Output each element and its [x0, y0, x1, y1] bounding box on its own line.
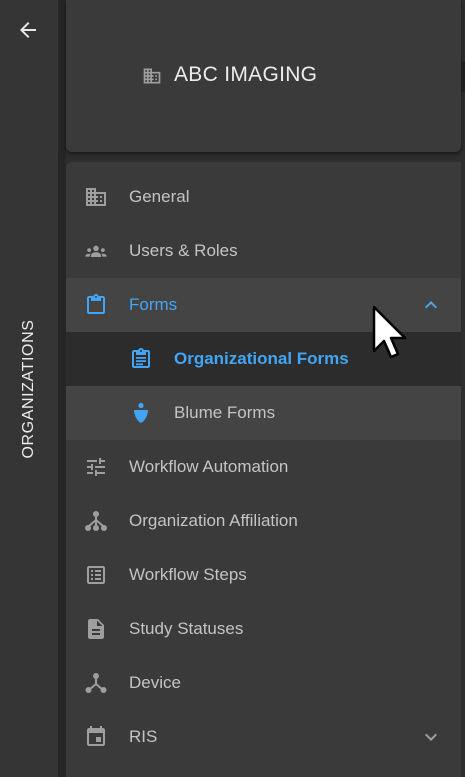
chevron-down-icon[interactable] — [419, 725, 443, 749]
settings-menu: General Users & Roles Forms Organization… — [66, 162, 461, 777]
building-icon — [143, 68, 161, 84]
org-title: ABC IMAGING — [174, 63, 318, 86]
menu-item-label: Organization Affiliation — [129, 511, 298, 530]
side-rail: ORGANIZATIONS — [0, 0, 58, 777]
menu-item-label: Workflow Automation — [129, 457, 289, 476]
document-icon — [88, 619, 104, 639]
menu-item-label: Study Statuses — [129, 619, 244, 638]
groups-icon — [85, 245, 107, 257]
menu-item-label: Organizational Forms — [174, 349, 349, 368]
menu-item-label: Users & Roles — [129, 241, 238, 260]
arrow-left-icon — [20, 22, 36, 38]
share-icon — [85, 673, 107, 693]
org-header: ABC IMAGING — [66, 0, 461, 152]
hub-icon — [85, 511, 107, 531]
menu-item-organization-affiliation[interactable]: Organization Affiliation — [66, 494, 461, 548]
menu-item-label: Blume Forms — [174, 403, 276, 422]
menu-item-label: Workflow Steps — [129, 565, 247, 584]
back-button[interactable] — [14, 16, 42, 44]
menu-item-general[interactable]: General — [66, 170, 461, 224]
tune-icon — [87, 458, 105, 476]
list-box-icon — [87, 566, 105, 584]
menu-item-workflow-steps[interactable]: Workflow Steps — [66, 548, 461, 602]
menu-item-study-statuses[interactable]: Study Statuses — [66, 602, 461, 656]
menu-item-label: RIS — [129, 727, 158, 746]
menu-item-label: General — [129, 187, 190, 206]
clipboard-icon — [87, 294, 105, 314]
blume-drop-icon — [134, 402, 148, 423]
menu-item-label: Device — [129, 673, 181, 692]
rail-label: ORGANIZATIONS — [20, 319, 37, 459]
rail-divider — [58, 0, 66, 777]
menu-item-ris[interactable]: RIS — [66, 710, 461, 764]
chevron-up-icon[interactable] — [419, 293, 443, 317]
menu-item-blume-forms[interactable]: Blume Forms — [66, 386, 461, 440]
menu-item-label: Forms — [129, 295, 178, 314]
menu-item-users-roles[interactable]: Users & Roles — [66, 224, 461, 278]
building-icon — [86, 188, 106, 206]
mouse-cursor-icon — [372, 305, 407, 359]
menu-item-workflow-automation[interactable]: Workflow Automation — [66, 440, 461, 494]
scroll-notch — [461, 62, 465, 92]
calendar-icon — [87, 726, 105, 746]
clipboard-list-icon — [132, 348, 150, 368]
menu-item-device[interactable]: Device — [66, 656, 461, 710]
